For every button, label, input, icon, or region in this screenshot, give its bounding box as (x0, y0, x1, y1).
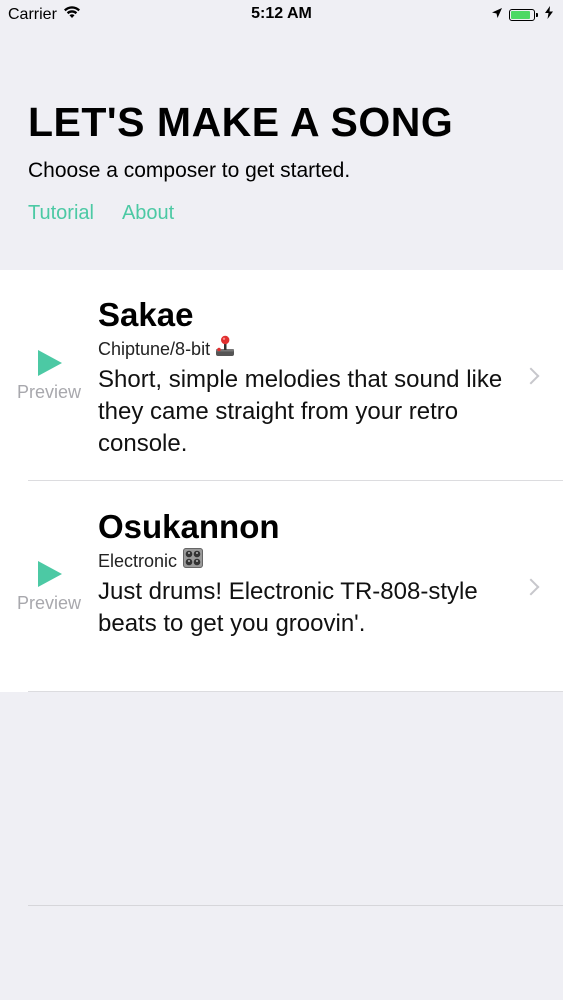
status-right (491, 6, 553, 24)
genre-label: Chiptune/8-bit (98, 338, 211, 359)
preview-label: Preview (16, 593, 82, 613)
composer-genre: Chiptune/8-bit (98, 335, 518, 362)
genre-label: Electronic (98, 550, 178, 571)
composer-name: Sakae (98, 296, 194, 333)
status-time: 5:12 AM (251, 5, 312, 22)
battery-icon (509, 9, 538, 21)
charging-bolt-icon (545, 6, 553, 24)
composer-genre: Electronic (98, 547, 518, 574)
row-divider (28, 691, 563, 692)
composer-info: Osukannon Electronic Just drums! Electro… (98, 507, 518, 640)
chevron-right-icon (522, 578, 540, 596)
joystick-icon (215, 335, 235, 362)
header-links: Tutorial About (28, 202, 538, 225)
composer-name: Osukannon (98, 508, 280, 545)
location-arrow-icon (491, 6, 503, 24)
about-link[interactable]: About (122, 202, 174, 225)
preview-button-osukannon[interactable]: Preview (0, 561, 98, 614)
tutorial-link[interactable]: Tutorial (28, 202, 94, 225)
bottom-divider (28, 905, 563, 906)
preview-label: Preview (16, 382, 82, 402)
status-bar: Carrier 5:12 AM (0, 0, 563, 30)
composer-list: Preview Sakae Chiptune/8-bit Short, simp… (0, 270, 563, 692)
composer-description: Just drums! Electronic TR-808-style beat… (98, 578, 478, 637)
chevron-right-icon (522, 367, 540, 385)
page-subtitle: Choose a composer to get started. (28, 159, 351, 182)
composer-description: Short, simple melodies that sound like t… (98, 366, 503, 457)
control-knobs-icon (182, 547, 204, 574)
page-title: LET'S MAKE A SONG (28, 99, 454, 145)
composer-info: Sakae Chiptune/8-bit Short, simple melod… (98, 295, 518, 460)
composer-row-osukannon[interactable]: Preview Osukannon Electronic Just drums!… (0, 481, 563, 692)
header: LET'S MAKE A SONG Choose a composer to g… (28, 98, 538, 225)
battery-fill (511, 11, 530, 19)
play-icon (38, 561, 62, 587)
composer-row-sakae[interactable]: Preview Sakae Chiptune/8-bit Short, simp… (0, 270, 563, 481)
preview-button-sakae[interactable]: Preview (0, 350, 98, 403)
play-icon (38, 350, 62, 376)
